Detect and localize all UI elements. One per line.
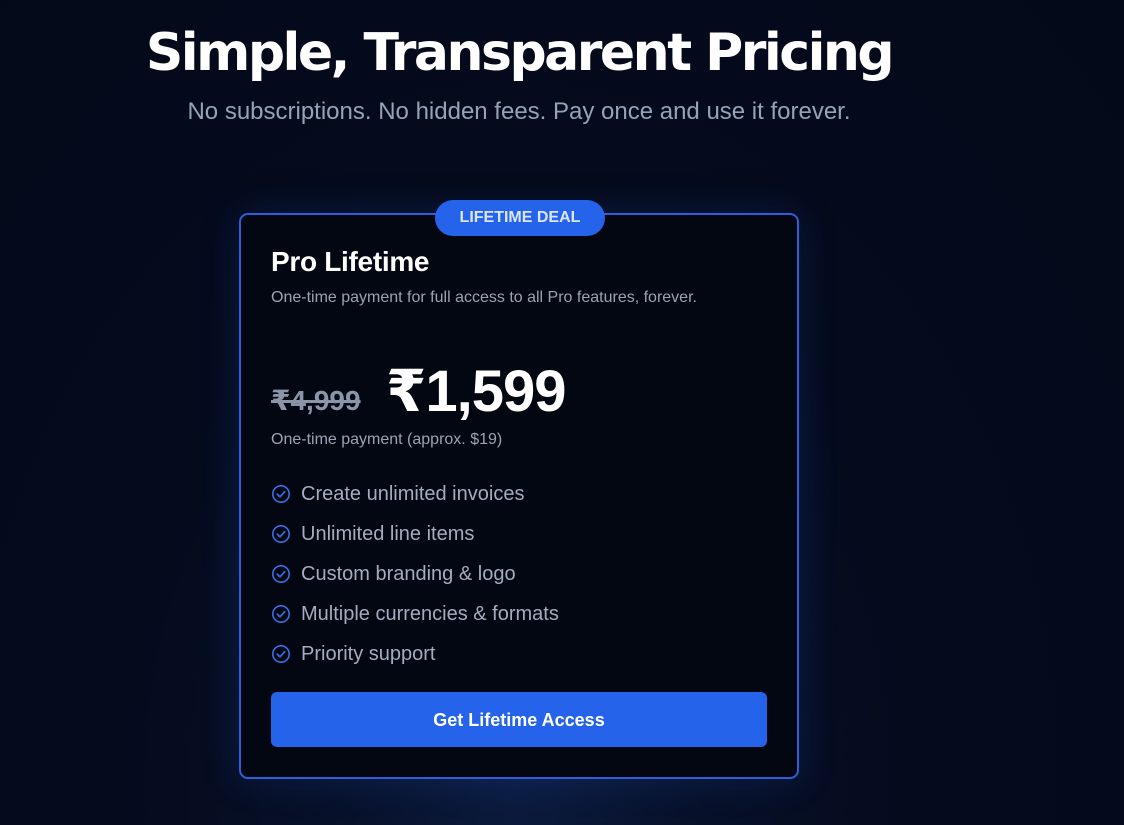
feature-list: Create unlimited invoices Unlimited line…	[271, 474, 559, 674]
pricing-card: LIFETIME DEAL Pro Lifetime One-time paym…	[239, 200, 799, 779]
circle-check-icon	[272, 605, 290, 623]
feature-label: Unlimited line items	[301, 522, 475, 545]
feature-item: Multiple currencies & formats	[271, 594, 559, 634]
price-row: ₹4,999 ₹1,599	[271, 357, 771, 427]
discounted-price: ₹1,599	[386, 359, 566, 424]
circle-check-icon	[272, 565, 290, 583]
circle-check-icon	[272, 525, 290, 543]
lifetime-deal-badge: LIFETIME DEAL	[435, 200, 605, 236]
feature-item: Create unlimited invoices	[271, 474, 559, 514]
circle-check-icon	[272, 485, 290, 503]
get-lifetime-access-button[interactable]: Get Lifetime Access	[271, 692, 767, 747]
feature-label: Priority support	[301, 642, 436, 665]
price-note: One-time payment (approx. $19)	[271, 431, 503, 448]
feature-item: Priority support	[271, 634, 559, 674]
feature-label: Custom branding & logo	[301, 562, 516, 585]
page-subtitle: No subscriptions. No hidden fees. Pay on…	[187, 98, 851, 125]
plan-description: One-time payment for full access to all …	[271, 289, 697, 306]
feature-item: Custom branding & logo	[271, 554, 559, 594]
page-title: Simple, Transparent Pricing	[145, 23, 895, 83]
circle-check-icon	[272, 645, 290, 663]
feature-item: Unlimited line items	[271, 514, 559, 554]
original-price: ₹4,999	[271, 385, 361, 416]
plan-name: Pro Lifetime	[271, 246, 430, 277]
feature-label: Create unlimited invoices	[301, 482, 525, 505]
feature-label: Multiple currencies & formats	[301, 602, 559, 625]
